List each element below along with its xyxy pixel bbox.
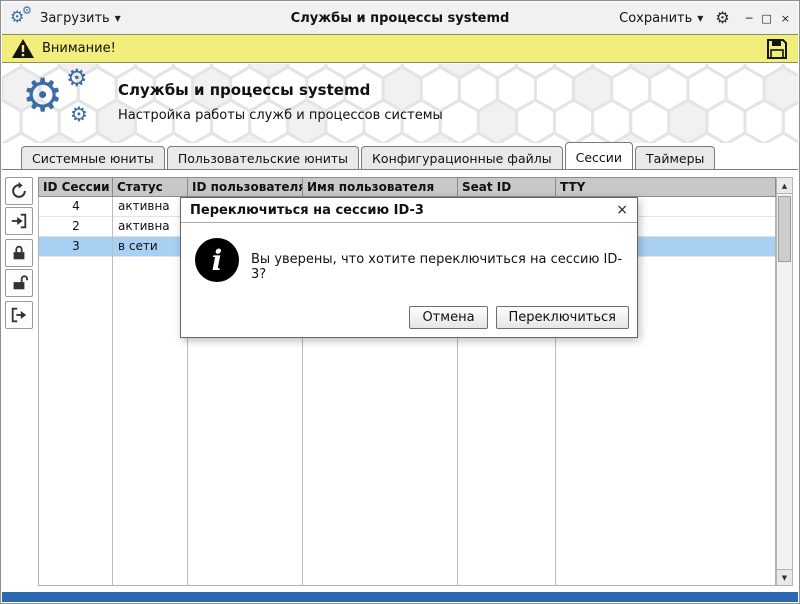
tab-system-units[interactable]: Системные юниты	[21, 146, 165, 169]
warning-triangle-icon	[12, 39, 34, 58]
tab-bar: Системные юниты Пользовательские юниты К…	[21, 142, 717, 169]
load-menu-button[interactable]: Загрузить ▼	[40, 11, 121, 26]
status-bar	[2, 592, 798, 602]
scrollbar-thumb[interactable]	[778, 196, 791, 262]
column-header-session-id[interactable]: ID Сессии	[39, 178, 113, 196]
tab-timers[interactable]: Таймеры	[635, 146, 716, 169]
hexagon-pattern	[2, 64, 798, 143]
logout-arrow-icon	[11, 307, 27, 323]
lock-session-button[interactable]	[5, 239, 33, 267]
tab-sessions[interactable]: Сессии	[564, 142, 634, 169]
scroll-down-button[interactable]: ▼	[777, 569, 792, 585]
gears-logo-icon: ⚙ ⚙ ⚙	[18, 64, 114, 143]
cancel-button[interactable]: Отмена	[409, 306, 488, 329]
switch-session-button[interactable]	[5, 207, 33, 235]
switch-session-dialog: Переключиться на сессию ID-3 × i Вы увер…	[180, 197, 638, 338]
lock-icon	[13, 245, 25, 260]
unlock-icon	[13, 275, 28, 290]
maximize-button[interactable]: □	[761, 13, 771, 24]
info-icon: i	[195, 238, 239, 282]
unlock-session-button[interactable]	[5, 269, 33, 297]
column-header-tty[interactable]: TTY	[556, 178, 775, 196]
login-arrow-icon	[11, 213, 27, 229]
dialog-close-icon[interactable]: ×	[616, 202, 628, 218]
dialog-title: Переключиться на сессию ID-3	[190, 202, 424, 218]
window-controls: ─ □ ×	[746, 13, 790, 24]
column-header-user-id[interactable]: ID пользователя	[188, 178, 303, 196]
page-subtitle: Настройка работы служб и процессов систе…	[118, 108, 443, 123]
cell-session-id: 4	[72, 199, 80, 213]
tab-config-files[interactable]: Конфигурационные файлы	[361, 146, 563, 169]
gear-icon: ⚙	[22, 4, 32, 17]
cell-session-id: 2	[72, 219, 80, 233]
close-button[interactable]: ×	[781, 13, 790, 24]
refresh-icon	[12, 182, 26, 198]
save-menu-button[interactable]: Сохранить ▼	[619, 11, 703, 26]
gear-icon: ⚙	[22, 68, 64, 122]
cell-status: в сети	[118, 239, 158, 253]
vertical-scrollbar[interactable]: ▲ ▼	[776, 177, 793, 586]
confirm-switch-button[interactable]: Переключиться	[495, 306, 629, 329]
cell-status: активна	[118, 219, 170, 233]
save-menu-label: Сохранить	[619, 10, 693, 26]
column-header-status[interactable]: Статус	[113, 178, 188, 196]
refresh-button[interactable]	[5, 177, 33, 205]
warning-bar: Внимание!	[2, 34, 798, 63]
warning-text: Внимание!	[42, 41, 116, 56]
dialog-titlebar: Переключиться на сессию ID-3 ×	[181, 198, 637, 223]
column-header-user-name[interactable]: Имя пользователя	[303, 178, 458, 196]
titlebar: ⚙ ⚙ Загрузить ▼ Службы и процессы system…	[2, 2, 798, 34]
chevron-down-icon: ▼	[114, 13, 121, 23]
app-gears-icon: ⚙ ⚙	[10, 4, 34, 29]
column-header-seat-id[interactable]: Seat ID	[458, 178, 556, 196]
chevron-down-icon: ▼	[697, 13, 704, 23]
column-separator	[112, 197, 113, 585]
gear-icon: ⚙	[70, 102, 88, 126]
table-header: ID Сессии Статус ID пользователя Имя пол…	[38, 177, 776, 197]
load-menu-label: Загрузить	[40, 10, 110, 26]
settings-gear-icon[interactable]: ⚙	[715, 10, 729, 26]
cell-session-id: 3	[72, 239, 80, 253]
tab-user-units[interactable]: Пользовательские юниты	[166, 146, 360, 169]
scroll-up-button[interactable]: ▲	[777, 178, 792, 194]
gear-icon: ⚙	[66, 64, 88, 92]
app-window: ⚙ ⚙ Загрузить ▼ Службы и процессы system…	[0, 0, 800, 604]
terminate-session-button[interactable]	[5, 301, 33, 329]
page-header: ⚙ ⚙ ⚙ Службы и процессы systemd Настройк…	[2, 64, 798, 143]
cell-status: активна	[118, 199, 170, 213]
minimize-button[interactable]: ─	[746, 13, 753, 24]
dialog-buttons: Отмена Переключиться	[409, 306, 629, 329]
page-title: Службы и процессы systemd	[118, 81, 371, 99]
save-file-icon[interactable]	[766, 38, 788, 60]
dialog-message: Вы уверены, что хотите переключиться на …	[251, 252, 623, 282]
